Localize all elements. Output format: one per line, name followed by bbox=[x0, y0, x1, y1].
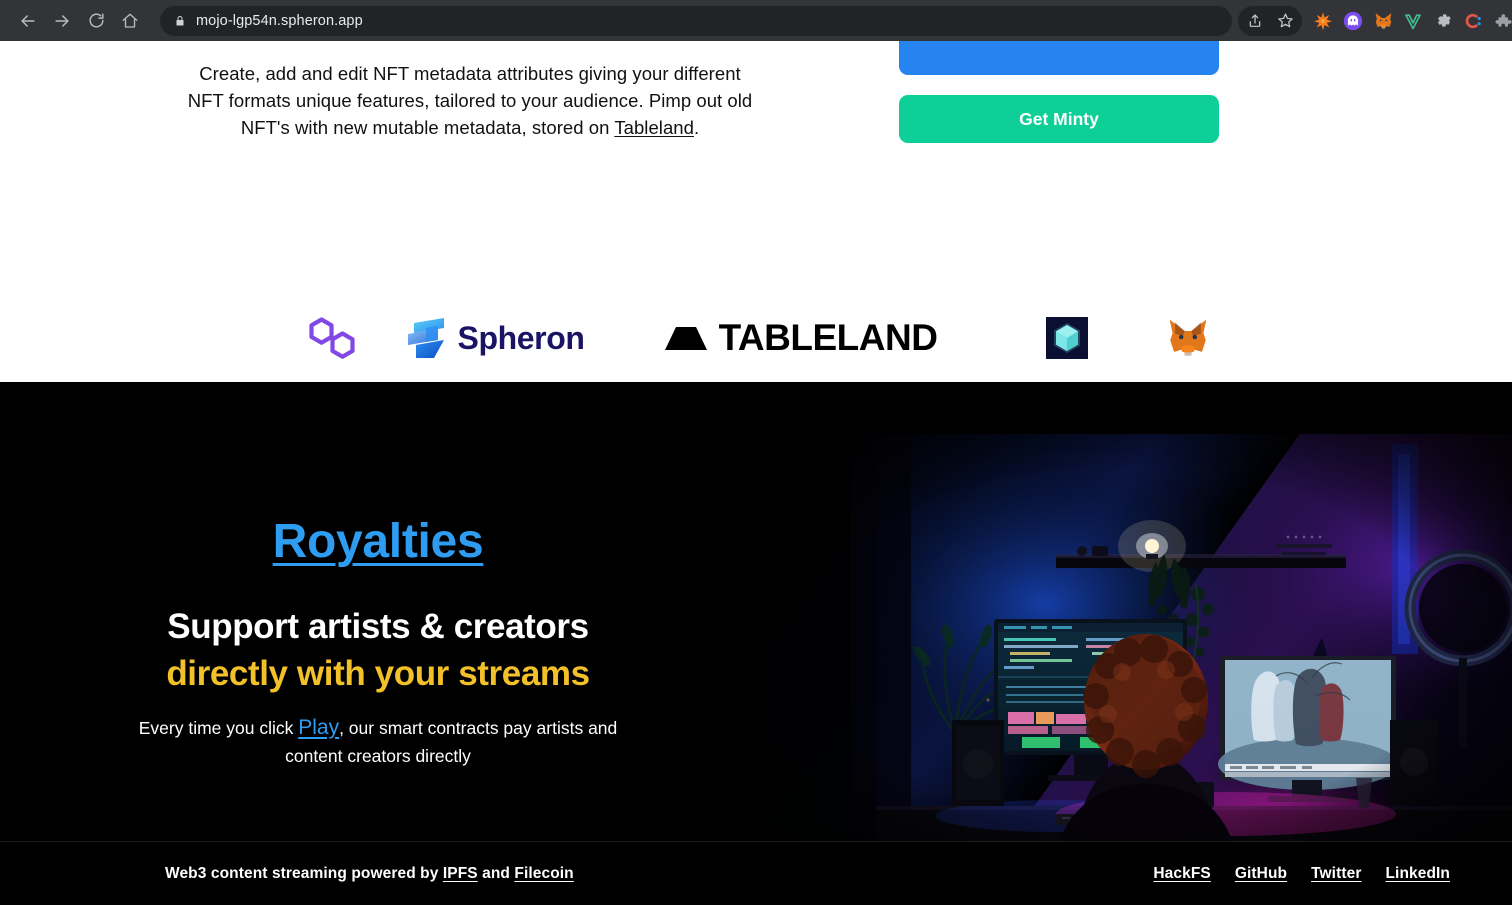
hero-line-1: Create, add and edit NFT metadata attrib… bbox=[199, 63, 669, 84]
spheron-logo[interactable]: Spheron bbox=[396, 314, 592, 362]
tableland-link[interactable]: Tableland bbox=[614, 117, 694, 138]
footer-link-twitter[interactable]: Twitter bbox=[1311, 865, 1361, 883]
home-button[interactable] bbox=[114, 5, 146, 37]
v-icon[interactable] bbox=[1398, 6, 1428, 36]
chrome-toolbar-right bbox=[1238, 5, 1512, 36]
footer-link-github[interactable]: GitHub bbox=[1235, 865, 1287, 883]
footer-credit: Web3 content streaming powered by IPFS a… bbox=[165, 865, 574, 883]
tableland-logo[interactable]: TABLELAND bbox=[626, 317, 974, 359]
subtext-before: Every time you click bbox=[138, 718, 299, 738]
royalties-copy: Royalties Support artists & creators dir… bbox=[0, 382, 756, 841]
royalties-photo bbox=[756, 434, 1512, 858]
royalties-headline-yellow: directly with your streams bbox=[166, 654, 590, 693]
hero-period: . bbox=[693, 117, 700, 138]
hero-section: Create, add and edit NFT metadata attrib… bbox=[0, 41, 1512, 382]
tableland-wordmark: TABLELAND bbox=[718, 317, 938, 358]
spheron-wordmark: Spheron bbox=[457, 319, 585, 356]
c-icon[interactable] bbox=[1458, 6, 1488, 36]
footer-text-mid: and bbox=[477, 865, 515, 882]
desk-scene-illustration bbox=[756, 434, 1512, 858]
filecoin-link[interactable]: Filecoin bbox=[514, 865, 573, 882]
royalties-heading-link[interactable]: Royalties bbox=[273, 514, 484, 569]
polygon-logo[interactable] bbox=[276, 315, 388, 361]
royalties-headline-white: Support artists & creators bbox=[167, 607, 589, 646]
subtext-after: , our smart contracts pay bbox=[339, 718, 532, 738]
cta-button-column: Get Minty bbox=[899, 41, 1219, 143]
forward-button[interactable] bbox=[46, 5, 78, 37]
puzzle-icon[interactable] bbox=[1488, 6, 1512, 36]
page-footer: Web3 content streaming powered by IPFS a… bbox=[0, 842, 1512, 905]
omnibox-actions bbox=[1238, 5, 1302, 36]
gear-icon[interactable] bbox=[1428, 6, 1458, 36]
play-link[interactable]: Play bbox=[298, 716, 339, 739]
metamask-logo[interactable] bbox=[1140, 317, 1236, 359]
address-bar[interactable]: mojo-lgp54n.spheron.app bbox=[160, 5, 1232, 36]
ipfs-logo[interactable] bbox=[1014, 317, 1120, 359]
ipfs-link[interactable]: IPFS bbox=[443, 865, 478, 882]
footer-links: HackFS GitHub Twitter LinkedIn bbox=[1153, 865, 1450, 883]
star-burst-icon[interactable] bbox=[1308, 6, 1338, 36]
url-text: mojo-lgp54n.spheron.app bbox=[196, 12, 363, 29]
royalties-section: Royalties Support artists & creators dir… bbox=[0, 382, 1512, 858]
browser-chrome: mojo-lgp54n.spheron.app bbox=[0, 0, 1512, 41]
hero-paragraph: Create, add and edit NFT metadata attrib… bbox=[180, 60, 760, 141]
share-icon[interactable] bbox=[1240, 6, 1270, 36]
bookmark-star-icon[interactable] bbox=[1270, 6, 1300, 36]
back-button[interactable] bbox=[12, 5, 44, 37]
ghost-icon[interactable] bbox=[1338, 6, 1368, 36]
lock-icon bbox=[174, 14, 186, 28]
footer-link-linkedin[interactable]: LinkedIn bbox=[1385, 865, 1450, 883]
hero-line-4: stored on bbox=[531, 117, 615, 138]
partner-logo-row: Spheron TABLELAND bbox=[0, 303, 1512, 373]
navigation-buttons bbox=[0, 5, 146, 37]
footer-link-hackfs[interactable]: HackFS bbox=[1153, 865, 1210, 883]
get-minty-button[interactable]: Get Minty bbox=[899, 95, 1219, 143]
page-viewport: Create, add and edit NFT metadata attrib… bbox=[0, 41, 1512, 905]
royalties-subtext: Every time you click Play, our smart con… bbox=[118, 714, 638, 770]
fox-icon[interactable] bbox=[1368, 6, 1398, 36]
footer-text-before: Web3 content streaming powered by bbox=[165, 865, 443, 882]
reload-button[interactable] bbox=[80, 5, 112, 37]
primary-cta-button[interactable] bbox=[899, 41, 1219, 75]
